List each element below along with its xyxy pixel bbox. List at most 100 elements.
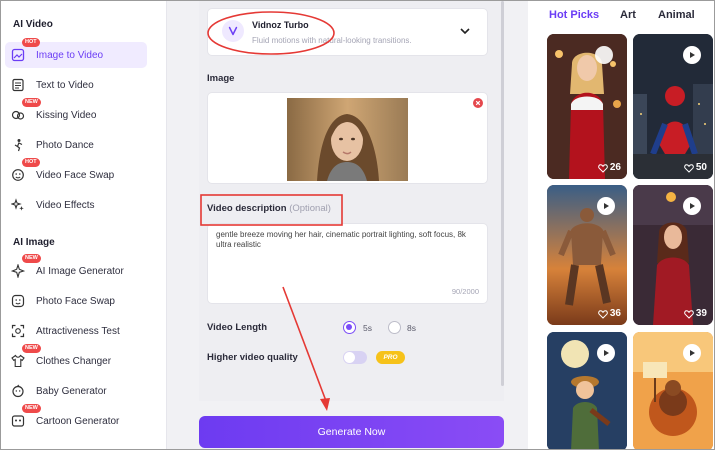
sidebar-item-cartoon-generator[interactable]: NEW Cartoon Generator [5, 404, 147, 434]
tab-art[interactable]: Art [620, 9, 636, 21]
like-count: 26 [598, 162, 621, 173]
play-icon[interactable] [597, 344, 615, 362]
like-count-text: 39 [695, 308, 707, 319]
sidebar: AI Video HOT Image to Video Text to Vide… [1, 1, 167, 449]
spider-hero-image [633, 34, 713, 179]
image-upload-box[interactable] [207, 92, 488, 184]
sidebar-item-label: AI Image Generator [36, 265, 124, 277]
sidebar-item-kissing-video[interactable]: NEW Kissing Video [5, 98, 147, 128]
template-thumbnail[interactable]: 39 [633, 185, 713, 325]
hot-badge: HOT [22, 38, 40, 47]
sidebar-item-video-effects[interactable]: Video Effects [5, 192, 147, 218]
model-description: Fluid motions with natural-looking trans… [252, 36, 412, 45]
new-badge: NEW [22, 98, 41, 107]
section-title-ai-video: AI Video [13, 19, 53, 30]
like-count-text: 50 [695, 162, 707, 173]
panel-scrollbar[interactable] [501, 1, 504, 386]
char-counter: 90/2000 [451, 287, 479, 296]
generate-now-button[interactable]: Generate Now [199, 416, 504, 448]
tab-hot-picks[interactable]: Hot Picks [549, 9, 599, 21]
baby-icon [11, 384, 25, 398]
sidebar-item-label: Attractiveness Test [36, 325, 120, 337]
kiss-icon [11, 108, 25, 122]
sidebar-item-label: Cartoon Generator [36, 415, 120, 427]
sidebar-item-clothes-changer[interactable]: NEW Clothes Changer [5, 344, 147, 374]
app-window: AI Video HOT Image to Video Text to Vide… [0, 0, 715, 450]
sparkle-icon [11, 198, 25, 212]
quality-label: Higher video quality [207, 352, 298, 363]
description-label: Video description (Optional) [207, 203, 331, 214]
length-5s-radio[interactable] [343, 321, 356, 334]
heart-icon [684, 309, 694, 319]
model-name: Vidnoz Turbo [252, 20, 309, 30]
like-count-text: 26 [609, 162, 621, 173]
settings-panel [199, 1, 504, 401]
magic-icon [11, 264, 25, 278]
play-icon[interactable] [597, 197, 615, 215]
length-8s-label: 8s [407, 323, 416, 333]
video-description-input[interactable]: gentle breeze moving her hair, cinematic… [207, 223, 488, 304]
sidebar-item-text-to-video[interactable]: Text to Video [5, 72, 147, 98]
like-count: 36 [598, 308, 621, 319]
chevron-down-icon[interactable] [459, 26, 471, 36]
heart-icon [684, 163, 694, 173]
sidebar-item-photo-face-swap[interactable]: Photo Face Swap [5, 288, 147, 314]
sidebar-item-label: Clothes Changer [36, 355, 112, 367]
text-video-icon [11, 78, 25, 92]
woman-with-lantern-image [633, 185, 713, 325]
cartoon-icon [11, 414, 25, 428]
quality-toggle[interactable] [343, 351, 367, 364]
play-icon[interactable] [683, 46, 701, 64]
description-label-text: Video description [207, 203, 287, 214]
sidebar-item-attractiveness-test[interactable]: Attractiveness Test [5, 318, 147, 344]
length-8s-radio[interactable] [388, 321, 401, 334]
shirt-icon [11, 354, 25, 368]
face-swap-icon [11, 168, 25, 182]
sidebar-item-video-face-swap[interactable]: HOT Video Face Swap [5, 158, 147, 188]
sidebar-item-image-to-video[interactable]: HOT Image to Video [5, 38, 147, 68]
turkey-thanksgiving-image [633, 332, 713, 449]
like-count-text: 36 [609, 308, 621, 319]
dance-icon [11, 138, 25, 152]
heart-icon [598, 309, 608, 319]
video-length-label: Video Length [207, 322, 267, 333]
template-thumbnail[interactable]: 26 [547, 34, 627, 179]
tab-animal[interactable]: Animal [658, 9, 695, 21]
sidebar-item-baby-generator[interactable]: Baby Generator [5, 378, 147, 404]
heart-icon [598, 163, 608, 173]
model-selector[interactable] [207, 8, 488, 56]
sidebar-item-label: Photo Dance [36, 139, 94, 151]
section-title-ai-image: AI Image [13, 237, 55, 248]
pro-badge: PRO [376, 351, 405, 364]
play-icon[interactable] [683, 344, 701, 362]
new-badge: NEW [22, 344, 41, 353]
remove-image-icon[interactable] [473, 98, 483, 108]
sidebar-item-label: Text to Video [36, 79, 94, 91]
template-thumbnail[interactable] [633, 332, 713, 449]
sidebar-item-ai-image-generator[interactable]: NEW AI Image Generator [5, 254, 147, 284]
new-badge: NEW [22, 254, 41, 263]
sidebar-item-label: Baby Generator [36, 385, 107, 397]
woman-in-red-dress-image [547, 34, 627, 179]
template-thumbnail[interactable]: 50 [633, 34, 713, 179]
play-icon [595, 46, 613, 64]
sidebar-item-label: Image to Video [36, 49, 104, 61]
image-video-icon [11, 48, 25, 62]
template-thumbnail[interactable]: 36 [547, 185, 627, 325]
sidebar-item-label: Video Effects [36, 199, 95, 211]
sidebar-item-photo-dance[interactable]: Photo Dance [5, 132, 147, 158]
scan-icon [11, 324, 25, 338]
boy-violin-image [547, 332, 627, 449]
model-logo-icon [222, 20, 244, 42]
play-icon[interactable] [683, 197, 701, 215]
template-thumbnail[interactable] [547, 332, 627, 449]
like-count: 50 [684, 162, 707, 173]
face-icon [11, 294, 25, 308]
new-badge: NEW [22, 404, 41, 413]
optional-hint: (Optional) [289, 203, 331, 214]
sidebar-item-label: Video Face Swap [36, 169, 115, 181]
image-label: Image [207, 73, 235, 84]
warrior-running-image [547, 185, 627, 325]
length-5s-label: 5s [363, 323, 372, 333]
hot-badge: HOT [22, 158, 40, 167]
